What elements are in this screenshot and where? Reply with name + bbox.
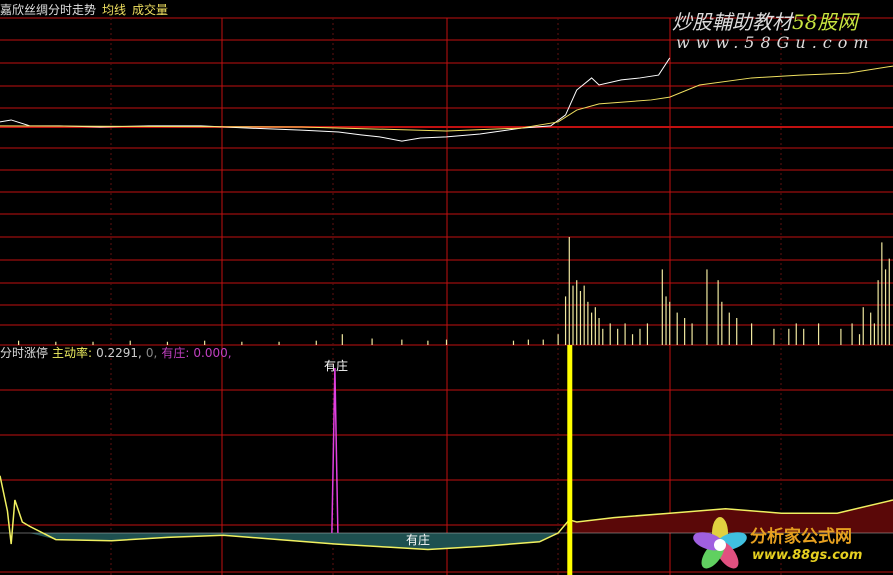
watermark-58gu: 炒股輔助教材58股网: [672, 10, 858, 34]
watermark-88gs: 分析家公式网: [750, 527, 852, 547]
time-marker-bar: [567, 345, 573, 575]
series-price-line: [0, 57, 671, 142]
yz-label: 有庄:: [161, 346, 190, 360]
indicator-name: 分时涨停: [0, 346, 49, 360]
chart-header: 嘉欣丝绸分时走势 均线 成交量: [0, 1, 174, 18]
base-label: 有庄: [406, 533, 431, 547]
flower-logo-icon: [693, 517, 747, 569]
watermark-58gu-url: www.58Gu.com: [676, 33, 875, 52]
yz-value: 0.000,: [193, 346, 232, 360]
avg-line-label: 均线: [102, 3, 127, 17]
chart-canvas: [0, 17, 893, 575]
zdl-label: 主动率:: [52, 346, 93, 360]
volume-label: 成交量: [132, 3, 169, 17]
yz-spike: [331, 367, 339, 534]
stock-title: 嘉欣丝绸分时走势: [0, 3, 97, 17]
spike-label: 有庄: [324, 359, 349, 373]
watermark-88gs-url: www.88gs.com: [752, 548, 863, 563]
zero-value: 0,: [145, 346, 158, 360]
indicator-header: 分时涨停 主动率: 0.2291, 0, 有庄: 0.000,: [0, 344, 236, 361]
zdl-value: 0.2291,: [96, 346, 142, 360]
